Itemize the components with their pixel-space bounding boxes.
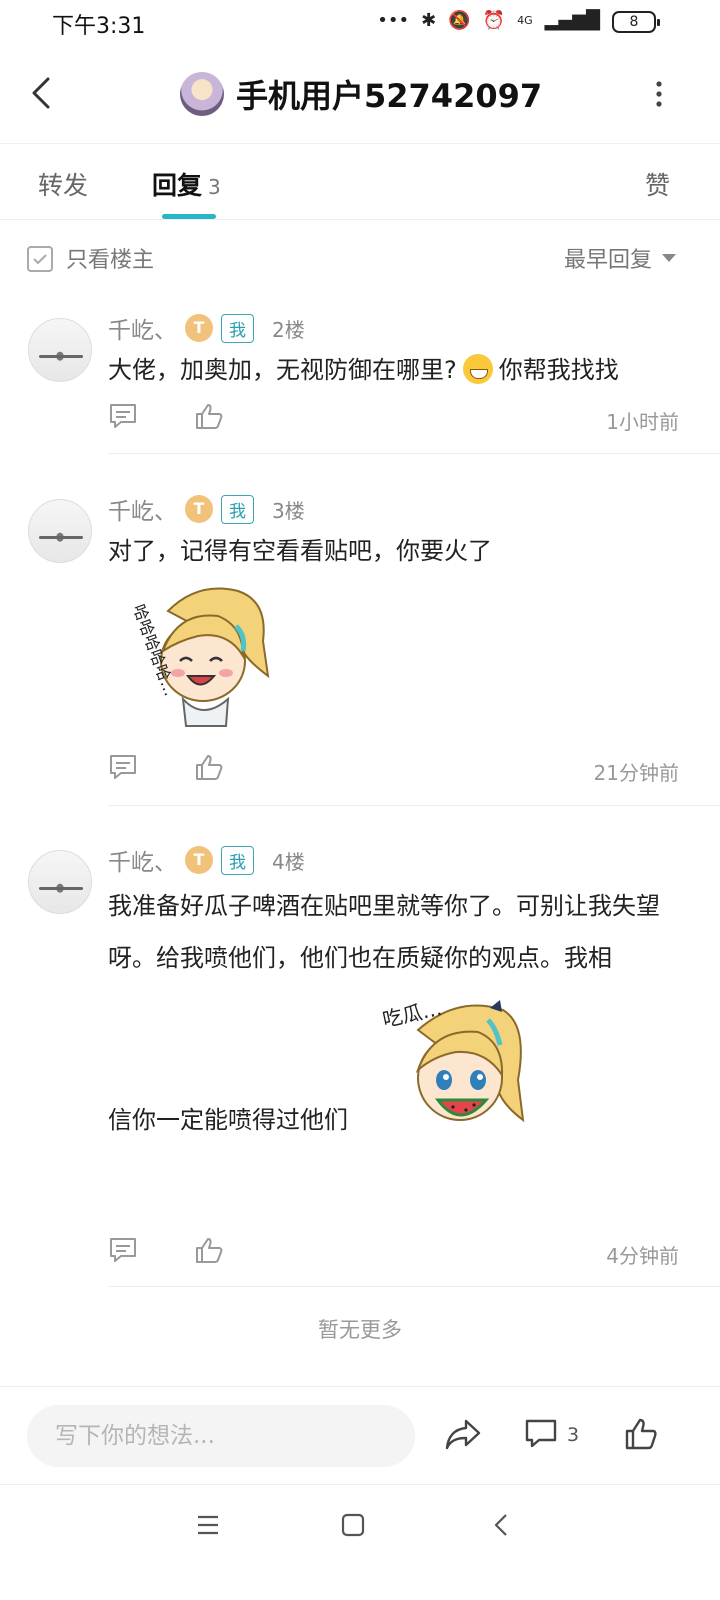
bottom-action-bar: 3 xyxy=(0,1386,720,1484)
reply-item: 千屹、 T 我 3楼 对了，记得有空看看贴吧，你要火了 哈哈哈哈哈… 21分钟前 xyxy=(0,489,720,806)
avatar[interactable] xyxy=(28,850,92,914)
filter-row: 只看楼主 最早回复 xyxy=(0,220,720,298)
only-op-checkbox[interactable] xyxy=(27,246,53,272)
bluetooth-icon: ✱ xyxy=(421,10,437,31)
back-arrow-icon[interactable] xyxy=(24,70,64,116)
reply-meta: 千屹、 T 我 4楼 xyxy=(108,840,305,880)
header: 手机用户52742097 xyxy=(0,44,720,144)
reply-text: 大佬，加奥加，无视防御在哪里? 你帮我找找 xyxy=(108,348,683,392)
comment-input[interactable] xyxy=(27,1405,415,1467)
system-nav-bar xyxy=(0,1484,720,1600)
laughing-girl-sticker[interactable]: 哈哈哈哈哈… xyxy=(118,581,273,731)
header-user[interactable]: 手机用户52742097 xyxy=(180,70,542,118)
reply-text: 我准备好瓜子啤酒在贴吧里就等你了。可别让我失望呀。给我喷他们，他们也在质疑你的观… xyxy=(108,892,660,972)
level-badge: T xyxy=(185,846,213,874)
melon-eating-girl-sticker[interactable]: 吃瓜… xyxy=(378,990,533,1140)
sort-dropdown[interactable]: 最早回复 xyxy=(564,242,676,274)
tab-active-indicator xyxy=(162,214,216,219)
me-badge: 我 xyxy=(221,494,254,524)
more-dots-icon: ••• xyxy=(377,10,410,31)
avatar[interactable] xyxy=(28,318,92,382)
divider xyxy=(108,453,720,454)
reply-time: 4分钟前 xyxy=(606,1244,679,1268)
comment-icon[interactable] xyxy=(524,1417,558,1451)
back-chevron-icon[interactable] xyxy=(490,1513,514,1537)
reply-actions: 1小时前 xyxy=(108,400,683,440)
mute-icon: 🔕 xyxy=(448,10,471,31)
battery-icon: 8 xyxy=(612,11,660,33)
me-badge: 我 xyxy=(221,313,254,343)
comment-icon[interactable] xyxy=(108,753,138,781)
chevron-down-icon xyxy=(662,254,676,262)
thumbs-up-icon[interactable] xyxy=(194,402,224,430)
floor-number: 2楼 xyxy=(272,317,305,342)
tab-repost[interactable]: 转发 xyxy=(38,166,88,202)
reply-text: 对了，记得有空看看贴吧，你要火了 xyxy=(108,537,492,565)
tab-like[interactable]: 赞 xyxy=(645,166,670,202)
status-bar: 下午3:31 ••• ✱ 🔕 ⏰ 4G ▂▄▆█ 8 xyxy=(0,0,720,44)
comment-icon[interactable] xyxy=(108,1236,138,1264)
page-title: 手机用户52742097 xyxy=(236,77,543,115)
network-label: 4G xyxy=(517,14,533,27)
level-badge: T xyxy=(185,495,213,523)
tab-bar: 转发 回复 3 赞 xyxy=(0,144,720,220)
thumbs-up-icon[interactable] xyxy=(194,1236,224,1264)
share-icon[interactable] xyxy=(444,1417,482,1451)
reply-meta: 千屹、 T 我 3楼 xyxy=(108,489,305,529)
me-badge: 我 xyxy=(221,845,254,875)
comment-icon[interactable] xyxy=(108,402,138,430)
more-vertical-icon[interactable] xyxy=(654,80,664,110)
reply-text-part: 你帮我找找 xyxy=(498,356,619,384)
reply-actions: 4分钟前 xyxy=(108,1234,683,1274)
reply-item: 千屹、 T 我 2楼 大佬，加奥加，无视防御在哪里? 你帮我找找 1小时前 xyxy=(0,308,720,454)
floor-number: 3楼 xyxy=(272,498,305,523)
reply-username[interactable]: 千屹、 xyxy=(108,311,177,345)
reply-meta: 千屹、 T 我 2楼 xyxy=(108,308,305,348)
alarm-icon: ⏰ xyxy=(482,10,506,31)
reply-username[interactable]: 千屹、 xyxy=(108,843,177,877)
grin-emoji-icon xyxy=(462,354,493,384)
reply-username[interactable]: 千屹、 xyxy=(108,492,177,526)
no-more-label: 暂无更多 xyxy=(318,1318,402,1342)
reply-time: 1小时前 xyxy=(606,410,679,434)
thumbs-up-icon[interactable] xyxy=(194,753,224,781)
tab-reply[interactable]: 回复 3 xyxy=(152,166,221,202)
level-badge: T xyxy=(185,314,213,342)
thumbs-up-icon[interactable] xyxy=(624,1417,658,1451)
divider xyxy=(108,805,720,806)
reply-time: 21分钟前 xyxy=(593,761,679,785)
menu-icon[interactable] xyxy=(196,1513,220,1537)
reply-item: 千屹、 T 我 4楼 我准备好瓜子啤酒在贴吧里就等你了。可别让我失望呀。给我喷他… xyxy=(0,840,720,1288)
avatar[interactable] xyxy=(28,499,92,563)
avatar[interactable] xyxy=(180,72,224,116)
tab-reply-count: 3 xyxy=(208,175,221,199)
status-time: 下午3:31 xyxy=(52,14,146,39)
home-square-icon[interactable] xyxy=(341,1513,365,1537)
divider xyxy=(108,1286,720,1287)
status-icons: ••• ✱ 🔕 ⏰ 4G ▂▄▆█ xyxy=(377,10,600,31)
floor-number: 4楼 xyxy=(272,849,305,874)
sort-label: 最早回复 xyxy=(563,248,652,273)
comment-count: 3 xyxy=(567,1424,580,1446)
tab-reply-label: 回复 xyxy=(152,171,203,200)
reply-actions: 21分钟前 xyxy=(108,751,683,791)
only-op-label[interactable]: 只看楼主 xyxy=(66,242,154,274)
signal-icon: ▂▄▆█ xyxy=(544,10,600,31)
check-icon xyxy=(33,254,47,265)
reply-text-part: 大佬，加奥加，无视防御在哪里? xyxy=(108,356,457,384)
